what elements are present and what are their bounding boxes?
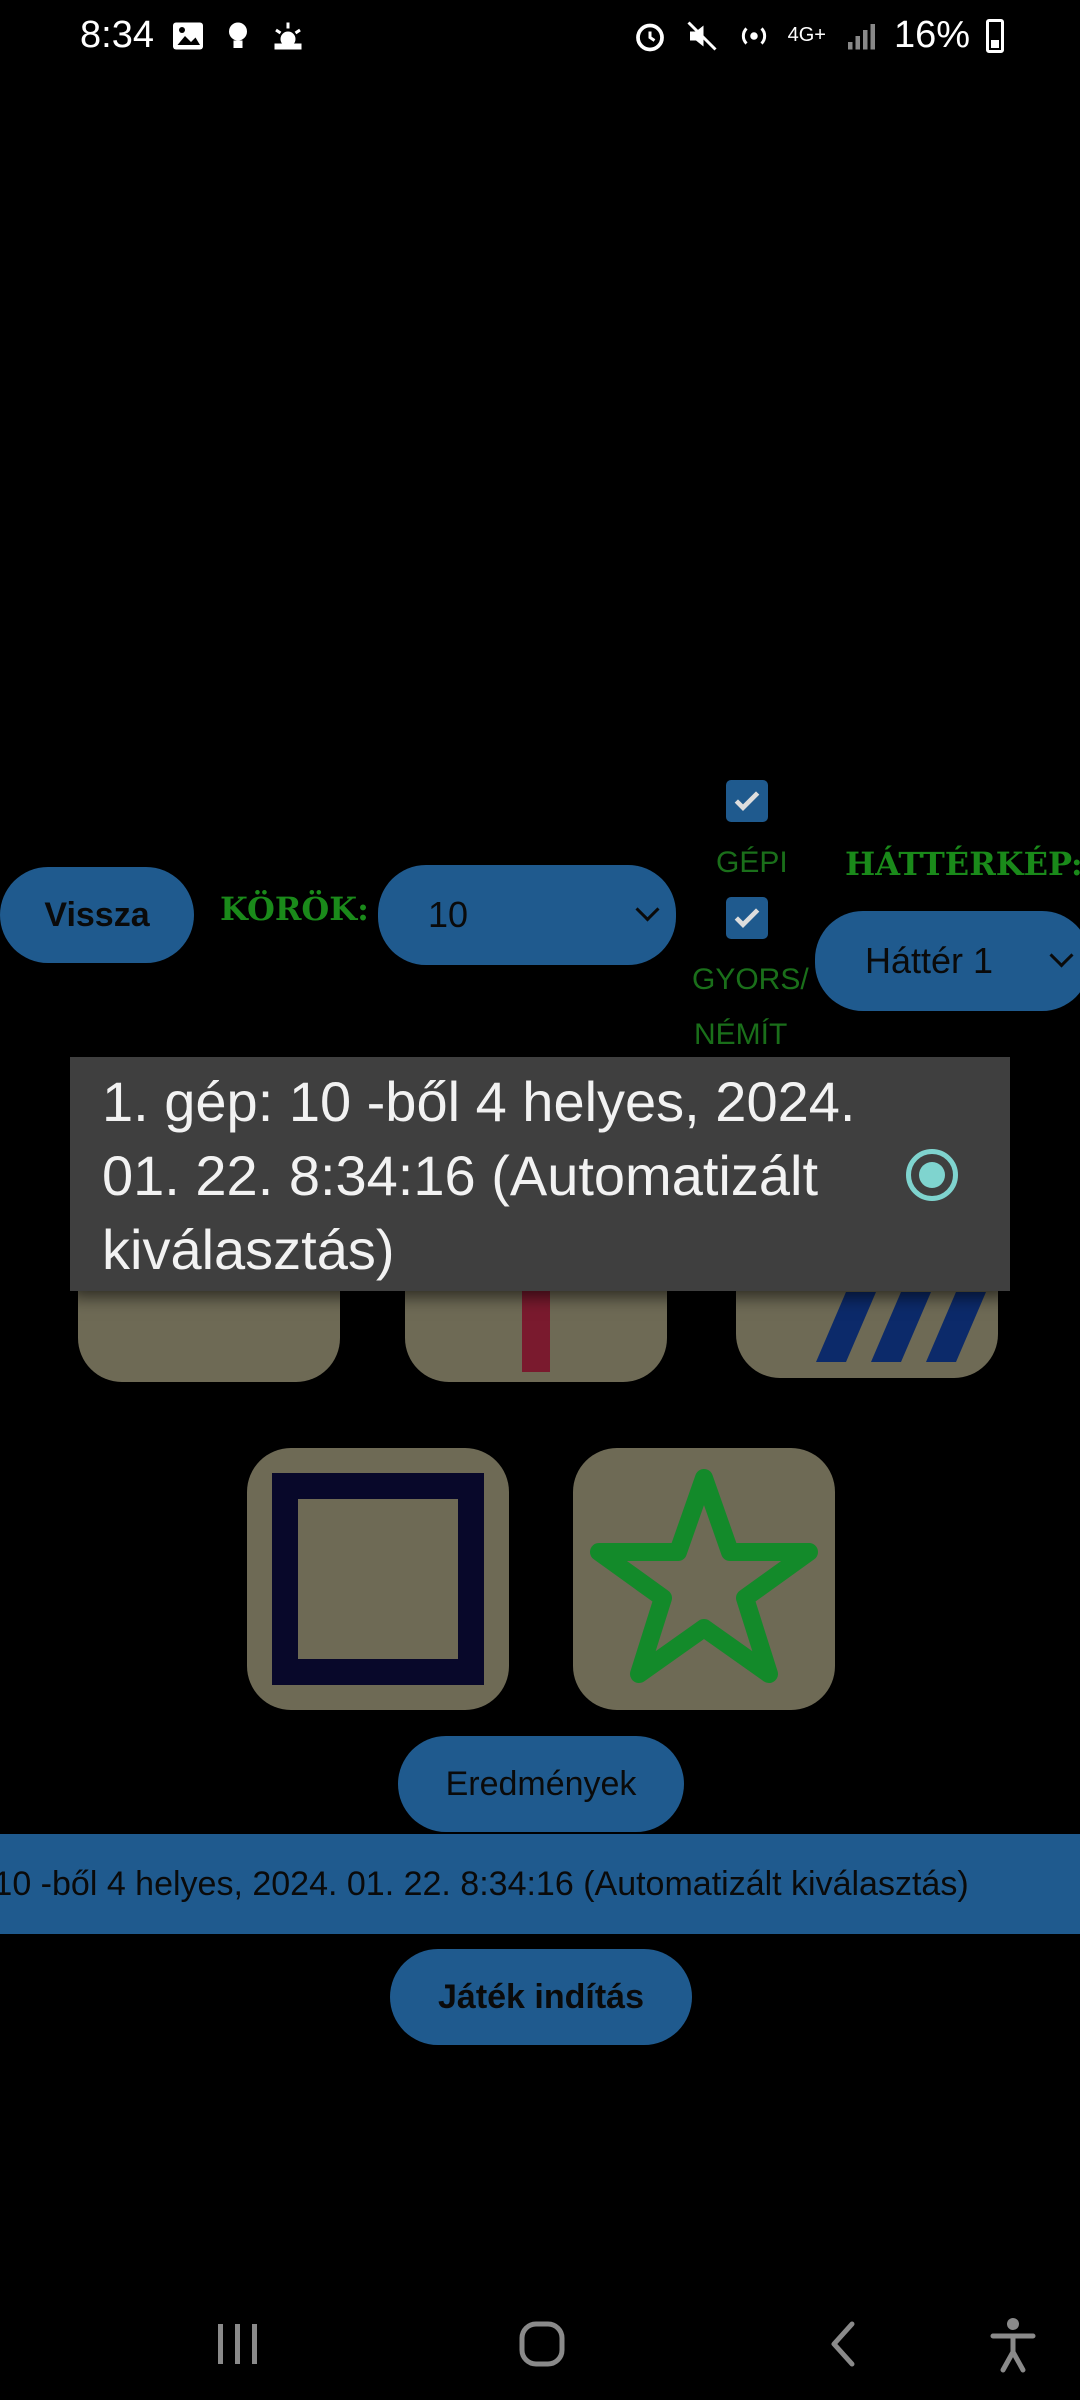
result-option-popup[interactable]: 1. gép: 10 -ből 4 helyes, 2024. 01. 22. …	[70, 1057, 1010, 1291]
results-marquee: 1. gép: 10 -ből 4 helyes, 2024. 01. 22. …	[0, 1834, 1080, 1934]
weather-icon	[274, 22, 302, 50]
chevron-down-icon	[635, 897, 660, 922]
start-game-button[interactable]: Játék indítás	[390, 1949, 692, 2045]
mute-icon	[687, 20, 717, 51]
rounds-select-value: 10	[428, 894, 469, 935]
machine-label: GÉPI	[716, 846, 788, 879]
rounds-label: KÖRÖK:	[220, 890, 369, 928]
accessibility-icon[interactable]	[985, 2314, 1041, 2374]
home-icon[interactable]	[514, 2316, 570, 2372]
result-option-text: 1. gép: 10 -ből 4 helyes, 2024. 01. 22. …	[102, 1070, 856, 1281]
back-button[interactable]: Vissza	[0, 867, 194, 963]
marquee-text: 1. gép: 10 -ből 4 helyes, 2024. 01. 22. …	[0, 1864, 969, 1903]
gallery-icon	[173, 22, 203, 50]
rounds-select[interactable]: 10	[378, 865, 676, 965]
navigation-bar	[0, 2300, 1080, 2400]
fast-mute-label: GYORS/	[692, 963, 809, 996]
bulb-icon	[229, 22, 247, 48]
background-select-value: Háttér 1	[865, 940, 994, 981]
results-button[interactable]: Eredmények	[398, 1736, 684, 1832]
network-type: 4G+	[787, 24, 826, 46]
back-icon[interactable]	[818, 2316, 868, 2372]
background-label: HÁTTÉRKÉP:	[845, 845, 1080, 883]
square-icon	[272, 1473, 484, 1685]
background-select[interactable]: Háttér 1	[815, 911, 1080, 1011]
check-icon	[734, 791, 760, 811]
status-time: 8:34	[80, 14, 154, 56]
fast-mute-checkbox[interactable]	[726, 897, 768, 939]
battery-percent: 16%	[893, 14, 970, 56]
alarm-icon	[635, 23, 664, 51]
signal-icon	[847, 23, 875, 49]
tile-square[interactable]	[247, 1448, 509, 1710]
status-right: 4G+ 16%	[632, 14, 1004, 57]
chevron-down-icon	[1049, 943, 1074, 968]
battery-icon	[986, 18, 1004, 53]
status-left-icons	[170, 18, 306, 54]
radio-selected-icon[interactable]	[906, 1149, 958, 1201]
fast-mute-label-2: NÉMÍT	[694, 1018, 788, 1051]
tile-star[interactable]	[573, 1448, 835, 1710]
star-icon	[590, 1469, 818, 1683]
recent-apps-icon[interactable]	[212, 2318, 264, 2370]
machine-checkbox[interactable]	[726, 780, 768, 822]
check-icon	[734, 908, 760, 928]
hotspot-icon	[741, 26, 766, 45]
